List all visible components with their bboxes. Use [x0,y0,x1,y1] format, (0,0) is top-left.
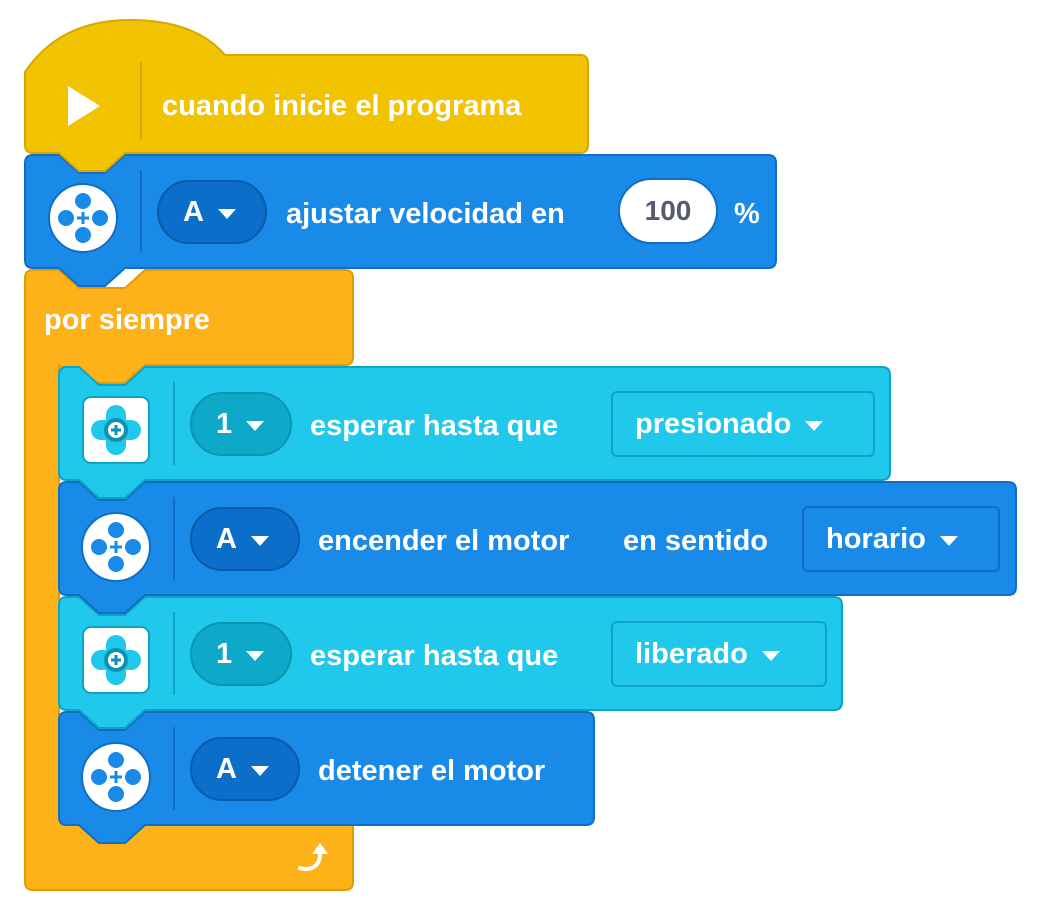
port-value: A [216,522,237,555]
chevron-down-icon [761,650,780,661]
sensor-port-dropdown[interactable]: 1 [190,622,292,686]
speed-value: 100 [644,195,692,226]
percent-unit: % [734,198,760,230]
chevron-down-icon [805,420,824,431]
port-dropdown[interactable]: A [190,737,300,801]
set-speed-label: ajustar velocidad en [286,198,565,230]
sensor-port-value: 1 [216,637,233,670]
speed-input[interactable]: 100 [618,178,718,244]
force-sensor-icon [82,396,150,464]
sensor-port-dropdown[interactable]: 1 [190,392,292,456]
chevron-down-icon [246,420,265,431]
chevron-down-icon [939,535,958,546]
pressed-state-value: presionado [635,407,792,440]
pressed-state-dropdown[interactable]: presionado [611,391,875,457]
start-label: cuando inicie el programa [162,90,522,122]
wait-until-label: esperar hasta que [310,640,559,672]
direction-label: en sentido [623,525,769,557]
loop-arrow-icon [298,843,328,871]
stop-motor-label: detener el motor [318,755,546,787]
forever-label: por siempre [44,304,210,336]
sensor-port-value: 1 [216,407,233,440]
start-motor-label: encender el motor [318,525,570,557]
motor-icon [81,742,151,812]
force-sensor-icon [82,626,150,694]
port-value: A [216,752,237,785]
direction-dropdown[interactable]: horario [802,506,1000,572]
direction-value: horario [826,522,926,555]
play-icon [68,86,100,126]
wait-until-label: esperar hasta que [310,410,559,442]
port-dropdown[interactable]: A [190,507,300,571]
port-dropdown[interactable]: A [157,180,267,244]
motor-icon [48,183,118,253]
chevron-down-icon [246,650,265,661]
chevron-down-icon [250,765,269,776]
port-value: A [183,195,204,228]
released-state-value: liberado [635,637,748,670]
chevron-down-icon [250,535,269,546]
chevron-down-icon [217,208,236,219]
motor-icon [81,512,151,582]
released-state-dropdown[interactable]: liberado [611,621,827,687]
